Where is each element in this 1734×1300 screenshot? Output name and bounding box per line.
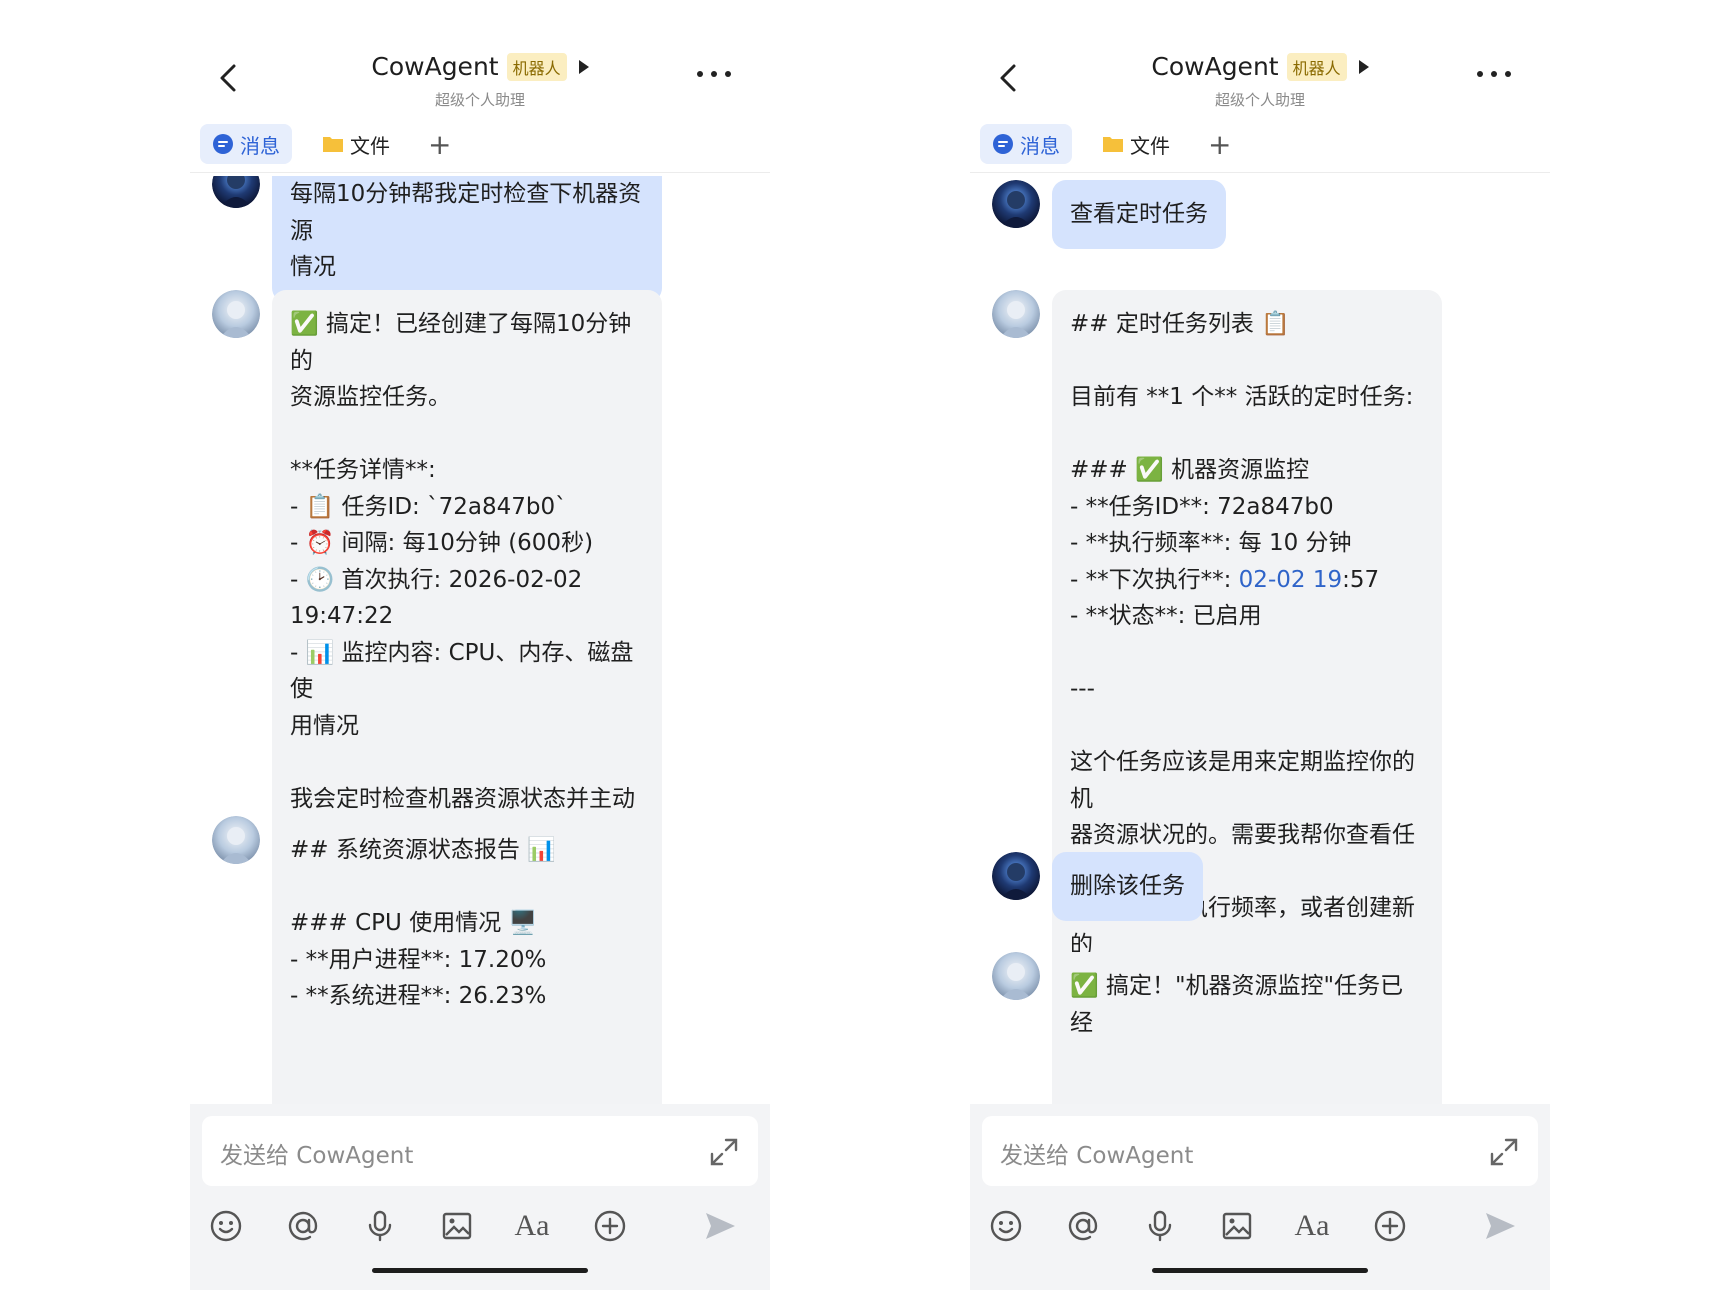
- message-input[interactable]: 发送给 CowAgent: [982, 1116, 1538, 1186]
- font-icon[interactable]: Aa: [1290, 1204, 1334, 1248]
- message-input[interactable]: 发送给 CowAgent: [202, 1116, 758, 1186]
- message-row: ## 系统资源状态报告 📊 ### CPU 使用情况 🖥️ - **用户进程**…: [212, 816, 662, 1104]
- composer: 发送给 CowAgent Aa: [970, 1104, 1550, 1290]
- bot-text: ## 定时任务列表 📋 目前有 **1 个** 活跃的定时任务: ### ✅ 机…: [1070, 311, 1414, 593]
- message-row: ✅ 搞定！"机器资源监控"任务已经: [992, 952, 1442, 1104]
- add-tab-icon[interactable]: +: [1200, 128, 1239, 161]
- expand-input-icon[interactable]: [708, 1136, 740, 1168]
- chat-header: CowAgent 机器人 超级个人助理: [970, 0, 1550, 120]
- message-icon: [213, 134, 233, 154]
- emoji-icon[interactable]: [204, 1204, 248, 1248]
- expand-triangle-icon[interactable]: [578, 59, 589, 74]
- home-indicator: [1152, 1268, 1368, 1273]
- microphone-icon[interactable]: [358, 1204, 402, 1248]
- tab-files[interactable]: 文件: [1090, 124, 1182, 164]
- bot-avatar[interactable]: [992, 290, 1040, 338]
- add-tab-icon[interactable]: +: [420, 128, 459, 161]
- datetime-link[interactable]: 02-02 19: [1239, 567, 1342, 593]
- chat-header: CowAgent 机器人 超级个人助理: [190, 0, 770, 120]
- tab-messages-label: 消息: [240, 133, 280, 158]
- chat-subtitle: 超级个人助理: [434, 91, 525, 109]
- message-row: 查看定时任务: [992, 180, 1226, 249]
- bot-badge: 机器人: [1286, 52, 1347, 81]
- microphone-icon[interactable]: [1138, 1204, 1182, 1248]
- tab-messages[interactable]: 消息: [980, 124, 1072, 164]
- at-icon[interactable]: [1061, 1204, 1105, 1248]
- emoji-icon[interactable]: [984, 1204, 1028, 1248]
- user-avatar[interactable]: [992, 852, 1040, 900]
- folder-icon: [1103, 137, 1123, 152]
- image-icon[interactable]: [435, 1204, 479, 1248]
- input-placeholder: 发送给 CowAgent: [1000, 1143, 1194, 1169]
- right-phone-screen: CowAgent 机器人 超级个人助理 消息 文件 + 查看定时任务 ## 定时…: [970, 0, 1550, 1290]
- font-icon[interactable]: Aa: [510, 1204, 554, 1248]
- add-icon[interactable]: [1368, 1204, 1412, 1248]
- left-phone-screen: CowAgent 机器人 超级个人助理 消息 文件 + 每隔10分钟帮我定时检查…: [190, 0, 770, 1290]
- bot-message-bubble[interactable]: ✅ 搞定！"机器资源监控"任务已经: [1052, 952, 1442, 1104]
- user-message-bubble[interactable]: 每隔10分钟帮我定时检查下机器资源 情况: [272, 176, 662, 302]
- tab-files-label: 文件: [350, 133, 390, 158]
- message-row: 每隔10分钟帮我定时检查下机器资源 情况: [212, 176, 662, 302]
- tab-files-label: 文件: [1130, 133, 1170, 158]
- chat-title[interactable]: CowAgent: [371, 52, 498, 81]
- message-row: 删除该任务: [992, 852, 1203, 921]
- chat-subtitle: 超级个人助理: [1214, 91, 1305, 109]
- tab-bar: 消息 文件 +: [200, 122, 459, 166]
- user-avatar[interactable]: [992, 180, 1040, 228]
- bot-avatar[interactable]: [212, 816, 260, 864]
- send-icon[interactable]: [698, 1204, 742, 1248]
- folder-icon: [323, 137, 343, 152]
- bot-avatar[interactable]: [212, 290, 260, 338]
- composer: 发送给 CowAgent Aa: [190, 1104, 770, 1290]
- header-divider: [190, 172, 770, 173]
- message-list[interactable]: 查看定时任务 ## 定时任务列表 📋 目前有 **1 个** 活跃的定时任务: …: [970, 176, 1550, 1104]
- user-message-bubble[interactable]: 删除该任务: [1052, 852, 1203, 921]
- home-indicator: [372, 1268, 588, 1273]
- composer-toolbar: Aa: [204, 1204, 764, 1252]
- at-icon[interactable]: [281, 1204, 325, 1248]
- add-icon[interactable]: [588, 1204, 632, 1248]
- tab-messages-label: 消息: [1020, 133, 1060, 158]
- tab-bar: 消息 文件 +: [980, 122, 1239, 166]
- send-icon[interactable]: [1478, 1204, 1522, 1248]
- more-options-icon[interactable]: [1476, 68, 1512, 80]
- tab-messages[interactable]: 消息: [200, 124, 292, 164]
- bot-text: :57 - **状态**: 已启用 --- 这个任务应该是用来定期监控你的机 器…: [1070, 566, 1415, 995]
- user-avatar[interactable]: [212, 176, 260, 208]
- more-options-icon[interactable]: [696, 68, 732, 80]
- expand-input-icon[interactable]: [1488, 1136, 1520, 1168]
- expand-triangle-icon[interactable]: [1358, 59, 1369, 74]
- input-placeholder: 发送给 CowAgent: [220, 1143, 414, 1169]
- bot-message-bubble[interactable]: ## 系统资源状态报告 📊 ### CPU 使用情况 🖥️ - **用户进程**…: [272, 816, 662, 1104]
- message-list[interactable]: 每隔10分钟帮我定时检查下机器资源 情况 ✅ 搞定！已经创建了每隔10分钟的 资…: [190, 176, 770, 1104]
- user-message-bubble[interactable]: 查看定时任务: [1052, 180, 1226, 249]
- title-block: CowAgent 机器人 超级个人助理: [190, 52, 770, 110]
- chat-title[interactable]: CowAgent: [1151, 52, 1278, 81]
- message-icon: [993, 134, 1013, 154]
- header-divider: [970, 172, 1550, 173]
- title-block: CowAgent 机器人 超级个人助理: [970, 52, 1550, 110]
- image-icon[interactable]: [1215, 1204, 1259, 1248]
- composer-toolbar: Aa: [984, 1204, 1544, 1252]
- bot-badge: 机器人: [506, 52, 567, 81]
- bot-avatar[interactable]: [992, 952, 1040, 1000]
- tab-files[interactable]: 文件: [310, 124, 402, 164]
